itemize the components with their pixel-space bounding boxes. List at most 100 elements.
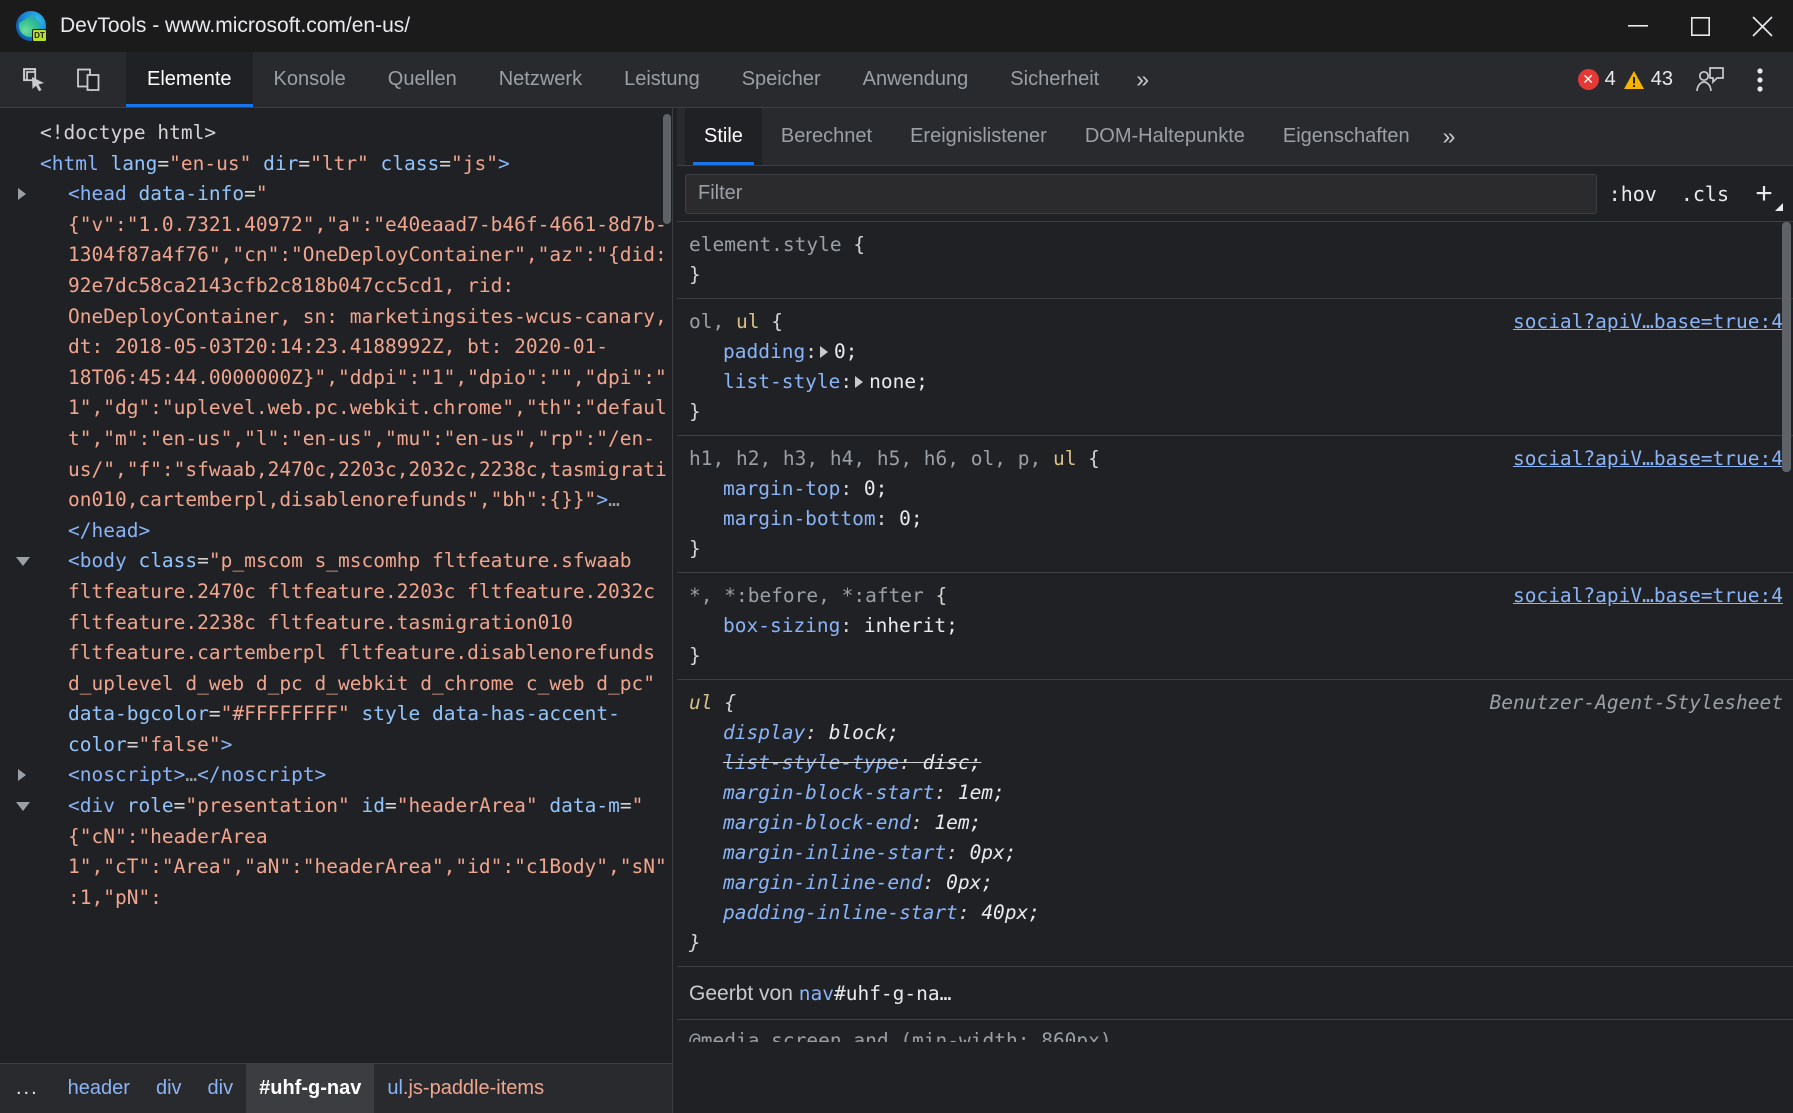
css-declaration[interactable]: margin-block-start: 1em; bbox=[689, 778, 1783, 808]
css-property-name[interactable]: margin-inline-start bbox=[723, 841, 946, 864]
styles-scrollbar[interactable] bbox=[1782, 222, 1791, 472]
breadcrumb-item-uhf-g-nav[interactable]: #uhf-g-nav bbox=[246, 1064, 374, 1113]
collapse-triangle-icon[interactable] bbox=[16, 802, 30, 811]
styles-more-tabs-chevron-icon[interactable]: » bbox=[1429, 108, 1470, 165]
stylesheet-source-link[interactable]: social?apiV…base=true:4 bbox=[1513, 444, 1783, 474]
tab-leistung[interactable]: Leistung bbox=[603, 52, 721, 107]
dom-node-line[interactable]: <noscript>…</noscript> bbox=[40, 760, 668, 791]
breadcrumb-item-div[interactable]: div bbox=[143, 1064, 195, 1113]
css-rule[interactable]: h1, h2, h3, h4, h5, h6, ol, p, ul {socia… bbox=[677, 436, 1793, 573]
inherited-tag-name[interactable]: nav bbox=[799, 982, 834, 1005]
css-property-name[interactable]: padding-inline-start bbox=[723, 901, 958, 924]
dom-node-line[interactable]: <body class="p_mscom s_mscomhp fltfeatur… bbox=[40, 546, 668, 760]
css-property-name[interactable]: margin-block-start bbox=[723, 781, 934, 804]
css-rule[interactable]: element.style {} bbox=[677, 222, 1793, 299]
css-property-name[interactable]: list-style-type bbox=[723, 751, 899, 774]
tab-stile[interactable]: Stile bbox=[685, 108, 762, 165]
css-declaration[interactable]: list-style:none; bbox=[689, 367, 1783, 397]
feedback-person-icon[interactable] bbox=[1687, 57, 1733, 103]
css-property-name[interactable]: margin-top bbox=[723, 477, 840, 500]
css-selector[interactable]: *, *:before, *:after { bbox=[689, 581, 1513, 611]
issue-counts[interactable]: ✕ 4 43 bbox=[1568, 68, 1683, 91]
expand-shorthand-triangle-icon[interactable] bbox=[820, 346, 828, 358]
css-property-name[interactable]: margin-inline-end bbox=[723, 871, 923, 894]
more-tabs-chevron-icon[interactable]: » bbox=[1120, 52, 1165, 107]
minimize-button[interactable] bbox=[1607, 0, 1669, 52]
expand-triangle-icon[interactable] bbox=[18, 769, 26, 781]
css-property-value[interactable]: 40px; bbox=[981, 901, 1040, 924]
css-selector[interactable]: h1, h2, h3, h4, h5, h6, ol, p, ul { bbox=[689, 444, 1513, 474]
tab-berechnet[interactable]: Berechnet bbox=[762, 108, 891, 165]
filter-input[interactable] bbox=[685, 174, 1597, 214]
css-property-value[interactable]: 0; bbox=[864, 477, 887, 500]
css-property-value[interactable]: block; bbox=[829, 721, 899, 744]
hov-toggle-button[interactable]: :hov bbox=[1597, 182, 1669, 206]
css-declaration[interactable]: box-sizing: inherit; bbox=[689, 611, 1783, 641]
css-declaration[interactable]: margin-block-end: 1em; bbox=[689, 808, 1783, 838]
css-rule[interactable]: ol, ul {social?apiV…base=true:4padding:0… bbox=[677, 299, 1793, 436]
css-declaration[interactable]: list-style-type: disc; bbox=[689, 748, 1783, 778]
css-declaration[interactable]: padding-inline-start: 40px; bbox=[689, 898, 1783, 928]
breadcrumb-item-header[interactable]: header bbox=[55, 1064, 143, 1113]
expand-shorthand-triangle-icon[interactable] bbox=[855, 376, 863, 388]
tab-sicherheit[interactable]: Sicherheit bbox=[989, 52, 1120, 107]
css-declaration[interactable]: margin-top: 0; bbox=[689, 474, 1783, 504]
tab-anwendung[interactable]: Anwendung bbox=[842, 52, 990, 107]
css-property-value[interactable]: none; bbox=[869, 370, 928, 393]
tab-elemente[interactable]: Elemente bbox=[126, 52, 253, 107]
css-property-value[interactable]: 0; bbox=[834, 340, 857, 363]
css-property-name[interactable]: box-sizing bbox=[723, 614, 840, 637]
kebab-menu-icon[interactable] bbox=[1737, 57, 1783, 103]
css-rule[interactable]: ul {Benutzer-Agent-Stylesheetdisplay: bl… bbox=[677, 680, 1793, 967]
tab-eigenschaften[interactable]: Eigenschaften bbox=[1264, 108, 1429, 165]
close-button[interactable] bbox=[1731, 0, 1793, 52]
stylesheet-source-link[interactable]: social?apiV…base=true:4 bbox=[1513, 581, 1783, 611]
css-declaration[interactable]: margin-bottom: 0; bbox=[689, 504, 1783, 534]
warning-count-group[interactable]: 43 bbox=[1623, 68, 1673, 91]
tab-netzwerk[interactable]: Netzwerk bbox=[478, 52, 603, 107]
expand-triangle-icon[interactable] bbox=[18, 188, 26, 200]
partially-visible-media-rule[interactable]: @media screen and (min-width: 860px) bbox=[677, 1020, 1793, 1042]
dom-node-line[interactable]: <!doctype html> bbox=[40, 118, 668, 149]
error-count-group[interactable]: ✕ 4 bbox=[1578, 68, 1616, 91]
dom-node-line[interactable]: <div role="presentation" id="headerArea"… bbox=[40, 791, 668, 913]
new-rule-dropdown-icon[interactable] bbox=[1775, 203, 1783, 211]
css-property-name[interactable]: display bbox=[723, 721, 805, 744]
dom-node-line[interactable]: <head data-info="{"v":"1.0.7321.40972","… bbox=[40, 179, 668, 546]
inherited-selector-rest[interactable]: #uhf-g-na… bbox=[834, 982, 951, 1005]
css-property-value[interactable]: inherit; bbox=[864, 614, 958, 637]
dom-tree-scroll[interactable]: <!doctype html><html lang="en-us" dir="l… bbox=[0, 108, 672, 1063]
css-property-value[interactable]: disc; bbox=[923, 751, 982, 774]
tab-konsole[interactable]: Konsole bbox=[253, 52, 367, 107]
css-property-name[interactable]: list-style bbox=[723, 370, 840, 393]
css-rule[interactable]: *, *:before, *:after {social?apiV…base=t… bbox=[677, 573, 1793, 680]
css-declaration[interactable]: padding:0; bbox=[689, 337, 1783, 367]
collapse-triangle-icon[interactable] bbox=[16, 557, 30, 566]
breadcrumb-item-[interactable]: ... bbox=[0, 1064, 55, 1113]
css-property-value[interactable]: 0px; bbox=[946, 871, 993, 894]
dom-tree-scrollbar[interactable] bbox=[663, 114, 671, 224]
maximize-button[interactable] bbox=[1669, 0, 1731, 52]
css-property-value[interactable]: 0px; bbox=[970, 841, 1017, 864]
css-rules-list[interactable]: element.style {}ol, ul {social?apiV…base… bbox=[677, 222, 1793, 1113]
css-selector[interactable]: ol, ul { bbox=[689, 307, 1513, 337]
inspect-element-icon[interactable] bbox=[10, 67, 60, 93]
breadcrumb-item-ul-js-paddle-items[interactable]: ul.js-paddle-items bbox=[374, 1064, 557, 1113]
tab-quellen[interactable]: Quellen bbox=[367, 52, 478, 107]
stylesheet-source-link[interactable]: social?apiV…base=true:4 bbox=[1513, 307, 1783, 337]
css-property-name[interactable]: margin-bottom bbox=[723, 507, 876, 530]
tab-speicher[interactable]: Speicher bbox=[721, 52, 842, 107]
css-declaration[interactable]: margin-inline-start: 0px; bbox=[689, 838, 1783, 868]
tab-ereignislistener[interactable]: Ereignislistener bbox=[891, 108, 1066, 165]
dom-node-line[interactable]: <html lang="en-us" dir="ltr" class="js"> bbox=[40, 149, 668, 180]
css-property-name[interactable]: padding bbox=[723, 340, 805, 363]
cls-toggle-button[interactable]: .cls bbox=[1669, 182, 1741, 206]
css-property-name[interactable]: margin-block-end bbox=[723, 811, 911, 834]
css-selector[interactable]: ul { bbox=[689, 688, 1490, 718]
css-property-value[interactable]: 0; bbox=[899, 507, 922, 530]
css-selector[interactable]: element.style { bbox=[689, 230, 1783, 260]
css-declaration[interactable]: margin-inline-end: 0px; bbox=[689, 868, 1783, 898]
dom-tree[interactable]: <!doctype html><html lang="en-us" dir="l… bbox=[0, 118, 672, 913]
new-style-rule-button[interactable]: + bbox=[1741, 172, 1787, 216]
css-declaration[interactable]: display: block; bbox=[689, 718, 1783, 748]
